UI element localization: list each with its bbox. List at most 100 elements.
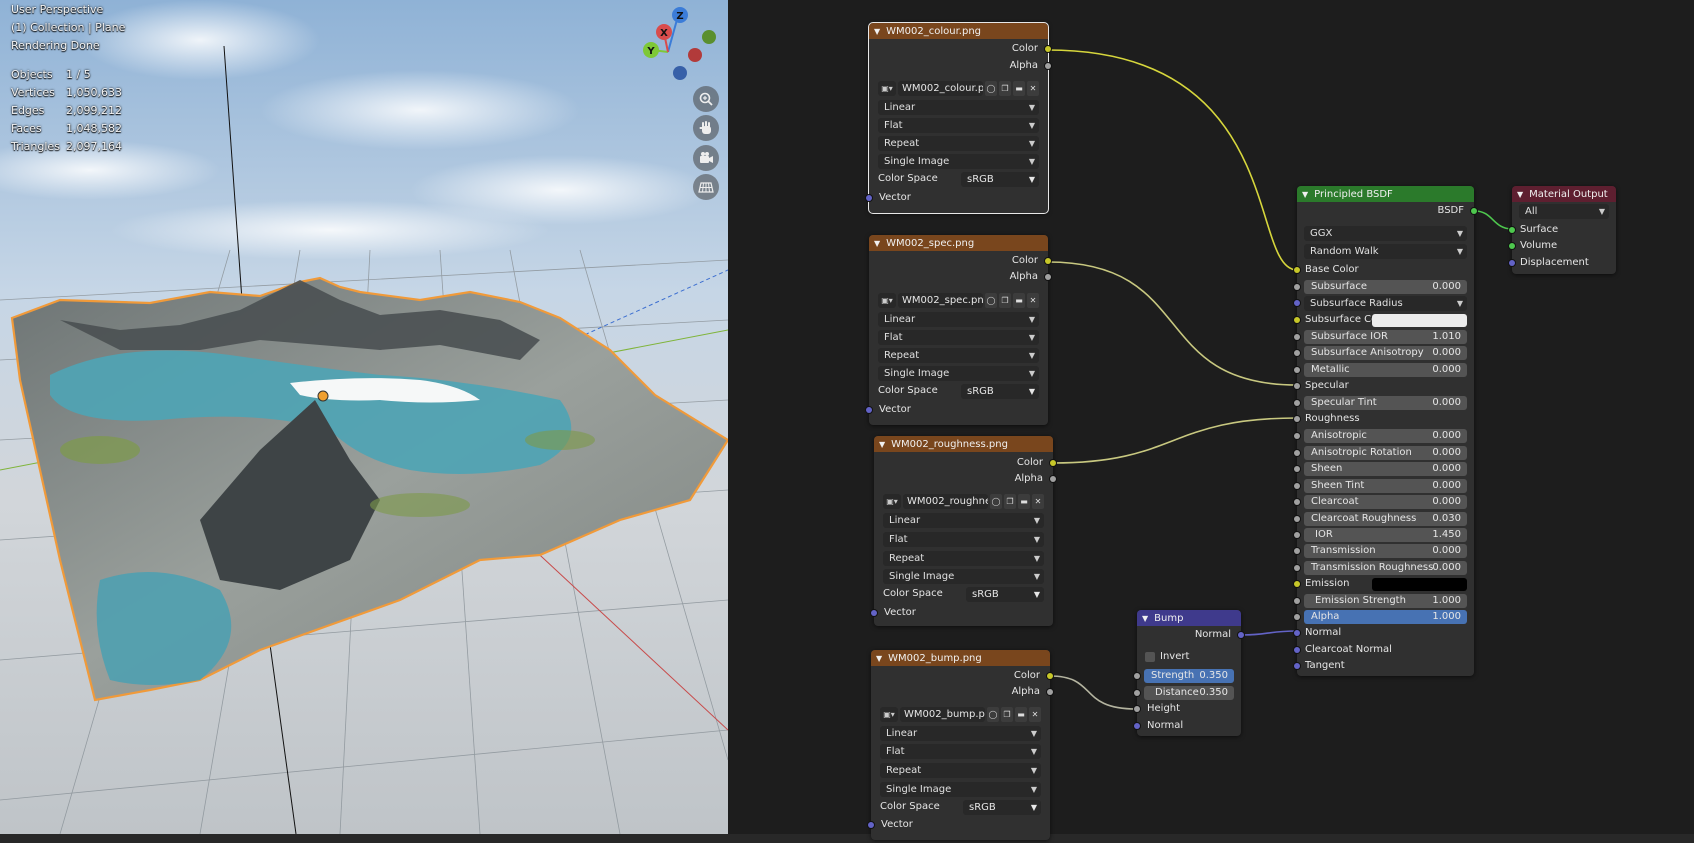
principled-bsdf-node[interactable]: ▼ Principled BSDF BSDF GGX ▼ Random Walk ▼ … <box>1294 186 1477 676</box>
folder-icon[interactable]: ▬ <box>1018 494 1030 509</box>
subsurface-color-swatch[interactable] <box>1372 314 1467 327</box>
chevron-down-icon[interactable]: ▼ <box>879 440 885 449</box>
close-icon[interactable]: ✕ <box>1029 707 1041 722</box>
input-socket[interactable] <box>1294 450 1300 456</box>
input-socket[interactable] <box>1294 499 1300 505</box>
target-dropdown[interactable]: All ▼ <box>1519 204 1609 219</box>
input-socket[interactable] <box>1294 581 1300 587</box>
node-header[interactable]: ▼ Principled BSDF <box>1297 186 1474 202</box>
subsurface-method-dropdown[interactable]: Random Walk ▼ <box>1304 244 1467 259</box>
input-socket[interactable] <box>1134 673 1140 679</box>
strength-field[interactable]: Strength 0.350 <box>1134 669 1234 683</box>
pan-button[interactable] <box>693 115 719 141</box>
subsurface-anisotropy-field[interactable]: Subsurface Anisotropy 0.000 <box>1294 346 1467 360</box>
duplicate-icon[interactable]: ❐ <box>1004 494 1016 509</box>
node-header[interactable]: ▼ WM002_roughness.png <box>874 436 1053 452</box>
input-socket[interactable] <box>1294 466 1300 472</box>
interpolation-dropdown[interactable]: Linear ▼ <box>878 100 1039 115</box>
extension-dropdown[interactable]: Repeat ▼ <box>878 348 1039 363</box>
image-file-name[interactable]: WM002_colour.p... <box>898 81 983 96</box>
node-header[interactable]: ▼ WM002_colour.png <box>869 23 1048 39</box>
source-dropdown[interactable]: Single Image ▼ <box>880 782 1041 797</box>
zoom-button[interactable] <box>693 86 719 112</box>
source-dropdown[interactable]: Single Image ▼ <box>878 154 1039 169</box>
invert-checkbox[interactable] <box>1145 652 1155 662</box>
material-output-node[interactable]: ▼ Material Output All ▼ Surface Volume Dis… <box>1509 186 1616 274</box>
folder-icon[interactable]: ▬ <box>1015 707 1027 722</box>
output-socket[interactable] <box>1045 274 1051 280</box>
image-selector[interactable]: ▣▾ WM002_spec.png ◯ ❐ ▬ ✕ <box>878 293 1039 308</box>
output-socket[interactable] <box>1047 689 1053 695</box>
image-file-name[interactable]: WM002_roughne... <box>903 494 988 509</box>
chevron-down-icon[interactable]: ▼ <box>1142 614 1148 623</box>
input-socket[interactable] <box>1294 334 1300 340</box>
chevron-down-icon[interactable]: ▼ <box>874 27 880 36</box>
node-header[interactable]: ▼ Material Output <box>1512 186 1616 202</box>
projection-dropdown[interactable]: Flat ▼ <box>878 118 1039 133</box>
subsurface-ior-field[interactable]: Subsurface IOR 1.010 <box>1294 330 1467 344</box>
image-icon[interactable]: ▣▾ <box>878 81 896 96</box>
image-texture-node-colour[interactable]: ▼ WM002_colour.png Color Alpha ▣▾ WM002_c… <box>866 22 1051 214</box>
input-socket[interactable] <box>866 407 872 413</box>
interpolation-dropdown[interactable]: Linear ▼ <box>878 312 1039 327</box>
specular-tint-field[interactable]: Specular Tint 0.000 <box>1294 396 1467 410</box>
input-socket[interactable] <box>1134 690 1140 696</box>
close-icon[interactable]: ✕ <box>1027 293 1039 308</box>
input-socket[interactable] <box>1294 433 1300 439</box>
ior-field[interactable]: IOR 1.450 <box>1294 528 1467 542</box>
projection-dropdown[interactable]: Flat ▼ <box>883 532 1044 547</box>
image-selector[interactable]: ▣▾ WM002_colour.p... ◯ ❐ ▬ ✕ <box>878 81 1039 96</box>
camera-view-button[interactable] <box>693 145 719 171</box>
input-socket[interactable] <box>1294 598 1300 604</box>
output-socket[interactable] <box>1047 673 1053 679</box>
input-socket[interactable] <box>1509 243 1515 249</box>
metallic-field[interactable]: Metallic 0.000 <box>1294 363 1467 377</box>
invert-checkbox-row[interactable]: Invert <box>1137 650 1241 665</box>
input-socket[interactable] <box>1294 516 1300 522</box>
input-socket[interactable] <box>871 610 877 616</box>
input-socket[interactable] <box>1294 284 1300 290</box>
image-selector[interactable]: ▣▾ WM002_roughne... ◯ ❐ ▬ ✕ <box>883 494 1044 509</box>
input-socket[interactable] <box>1294 663 1300 669</box>
anisotropic-rotation-field[interactable]: Anisotropic Rotation 0.000 <box>1294 446 1467 460</box>
extension-dropdown[interactable]: Repeat ▼ <box>883 551 1044 566</box>
subsurface-field[interactable]: Subsurface 0.000 <box>1294 280 1467 294</box>
color-space-dropdown[interactable]: sRGB ▼ <box>966 587 1044 602</box>
interpolation-dropdown[interactable]: Linear ▼ <box>883 513 1044 528</box>
shader-node-editor[interactable]: ▼ WM002_colour.png Color Alpha ▣▾ WM002_c… <box>728 0 1694 840</box>
input-socket[interactable] <box>1294 300 1300 306</box>
fake-user-icon[interactable]: ◯ <box>985 293 997 308</box>
image-texture-node-bump[interactable]: ▼ WM002_bump.png Color Alpha ▣▾ WM002_bum… <box>868 650 1053 840</box>
output-socket[interactable] <box>1050 476 1056 482</box>
folder-icon[interactable]: ▬ <box>1013 81 1025 96</box>
extension-dropdown[interactable]: Repeat ▼ <box>878 136 1039 151</box>
sheen-field[interactable]: Sheen 0.000 <box>1294 462 1467 476</box>
input-socket[interactable] <box>1509 260 1515 266</box>
projection-dropdown[interactable]: Flat ▼ <box>880 744 1041 759</box>
transmission-roughness-field[interactable]: Transmission Roughness 0.000 <box>1294 561 1467 575</box>
output-socket[interactable] <box>1471 208 1477 214</box>
3d-viewport[interactable]: Z X Y User Perspective (1) Collection | … <box>0 0 728 834</box>
image-selector[interactable]: ▣▾ WM002_bump.p... ◯ ❐ ▬ ✕ <box>880 707 1041 722</box>
input-socket[interactable] <box>1134 723 1140 729</box>
alpha-field[interactable]: Alpha 1.000 <box>1294 610 1467 624</box>
sheen-tint-field[interactable]: Sheen Tint 0.000 <box>1294 479 1467 493</box>
input-socket[interactable] <box>1294 483 1300 489</box>
image-icon[interactable]: ▣▾ <box>878 293 896 308</box>
duplicate-icon[interactable]: ❐ <box>999 293 1011 308</box>
emission-color-swatch[interactable] <box>1372 578 1467 591</box>
node-header[interactable]: ▼ Bump <box>1137 610 1241 626</box>
input-socket[interactable] <box>1294 647 1300 653</box>
input-socket[interactable] <box>1294 367 1300 373</box>
subsurface-radius-dropdown[interactable]: Subsurface Radius ▼ <box>1294 296 1467 311</box>
chevron-down-icon[interactable]: ▼ <box>1517 190 1523 199</box>
transmission-field[interactable]: Transmission 0.000 <box>1294 544 1467 558</box>
input-socket[interactable] <box>1294 548 1300 554</box>
input-socket[interactable] <box>866 195 872 201</box>
color-space-dropdown[interactable]: sRGB ▼ <box>961 172 1039 187</box>
input-socket[interactable] <box>1134 706 1140 712</box>
source-dropdown[interactable]: Single Image ▼ <box>883 569 1044 584</box>
input-socket[interactable] <box>1294 350 1300 356</box>
image-icon[interactable]: ▣▾ <box>880 707 898 722</box>
duplicate-icon[interactable]: ❐ <box>999 81 1011 96</box>
